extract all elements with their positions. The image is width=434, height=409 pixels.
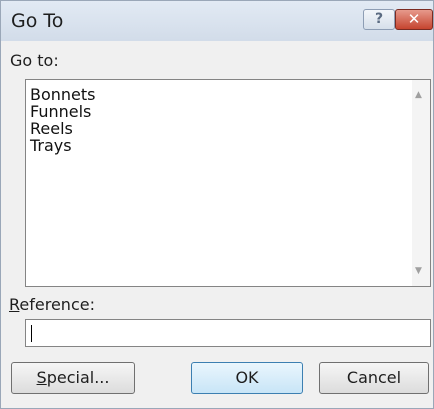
reference-label-rest: eference: — [19, 295, 95, 314]
scroll-down-arrow-icon[interactable]: ▼ — [415, 266, 422, 276]
scroll-up-arrow-icon[interactable]: ▲ — [415, 90, 422, 100]
cancel-button-label: Cancel — [346, 368, 402, 387]
close-button[interactable]: ✕ — [395, 9, 433, 30]
help-button[interactable]: ? — [363, 9, 395, 30]
reference-label: Reference: — [9, 295, 95, 314]
ok-button[interactable]: OK — [191, 362, 303, 394]
close-icon: ✕ — [407, 10, 421, 28]
go-to-dialog: Go To ? ✕ Go to: Bonnets Funnels Reels T… — [0, 0, 434, 409]
list-item[interactable]: Trays — [30, 136, 72, 155]
title-bar[interactable]: Go To ? ✕ — [1, 1, 433, 41]
go-to-listbox[interactable]: Bonnets Funnels Reels Trays ▲ ▼ — [25, 79, 431, 287]
dialog-title: Go To — [11, 10, 64, 32]
special-button[interactable]: Special... — [11, 362, 135, 394]
ok-button-label: OK — [235, 368, 259, 387]
reference-label-mnemonic: R — [9, 295, 20, 314]
reference-input[interactable] — [25, 319, 431, 347]
cancel-button[interactable]: Cancel — [319, 362, 429, 394]
go-to-label: Go to: — [10, 51, 59, 70]
special-button-label: pecial... — [46, 368, 110, 387]
help-icon: ? — [374, 11, 384, 27]
list-scrollbar[interactable]: ▲ ▼ — [412, 80, 430, 286]
special-button-mnemonic: S — [36, 368, 47, 387]
text-cursor — [31, 325, 32, 342]
